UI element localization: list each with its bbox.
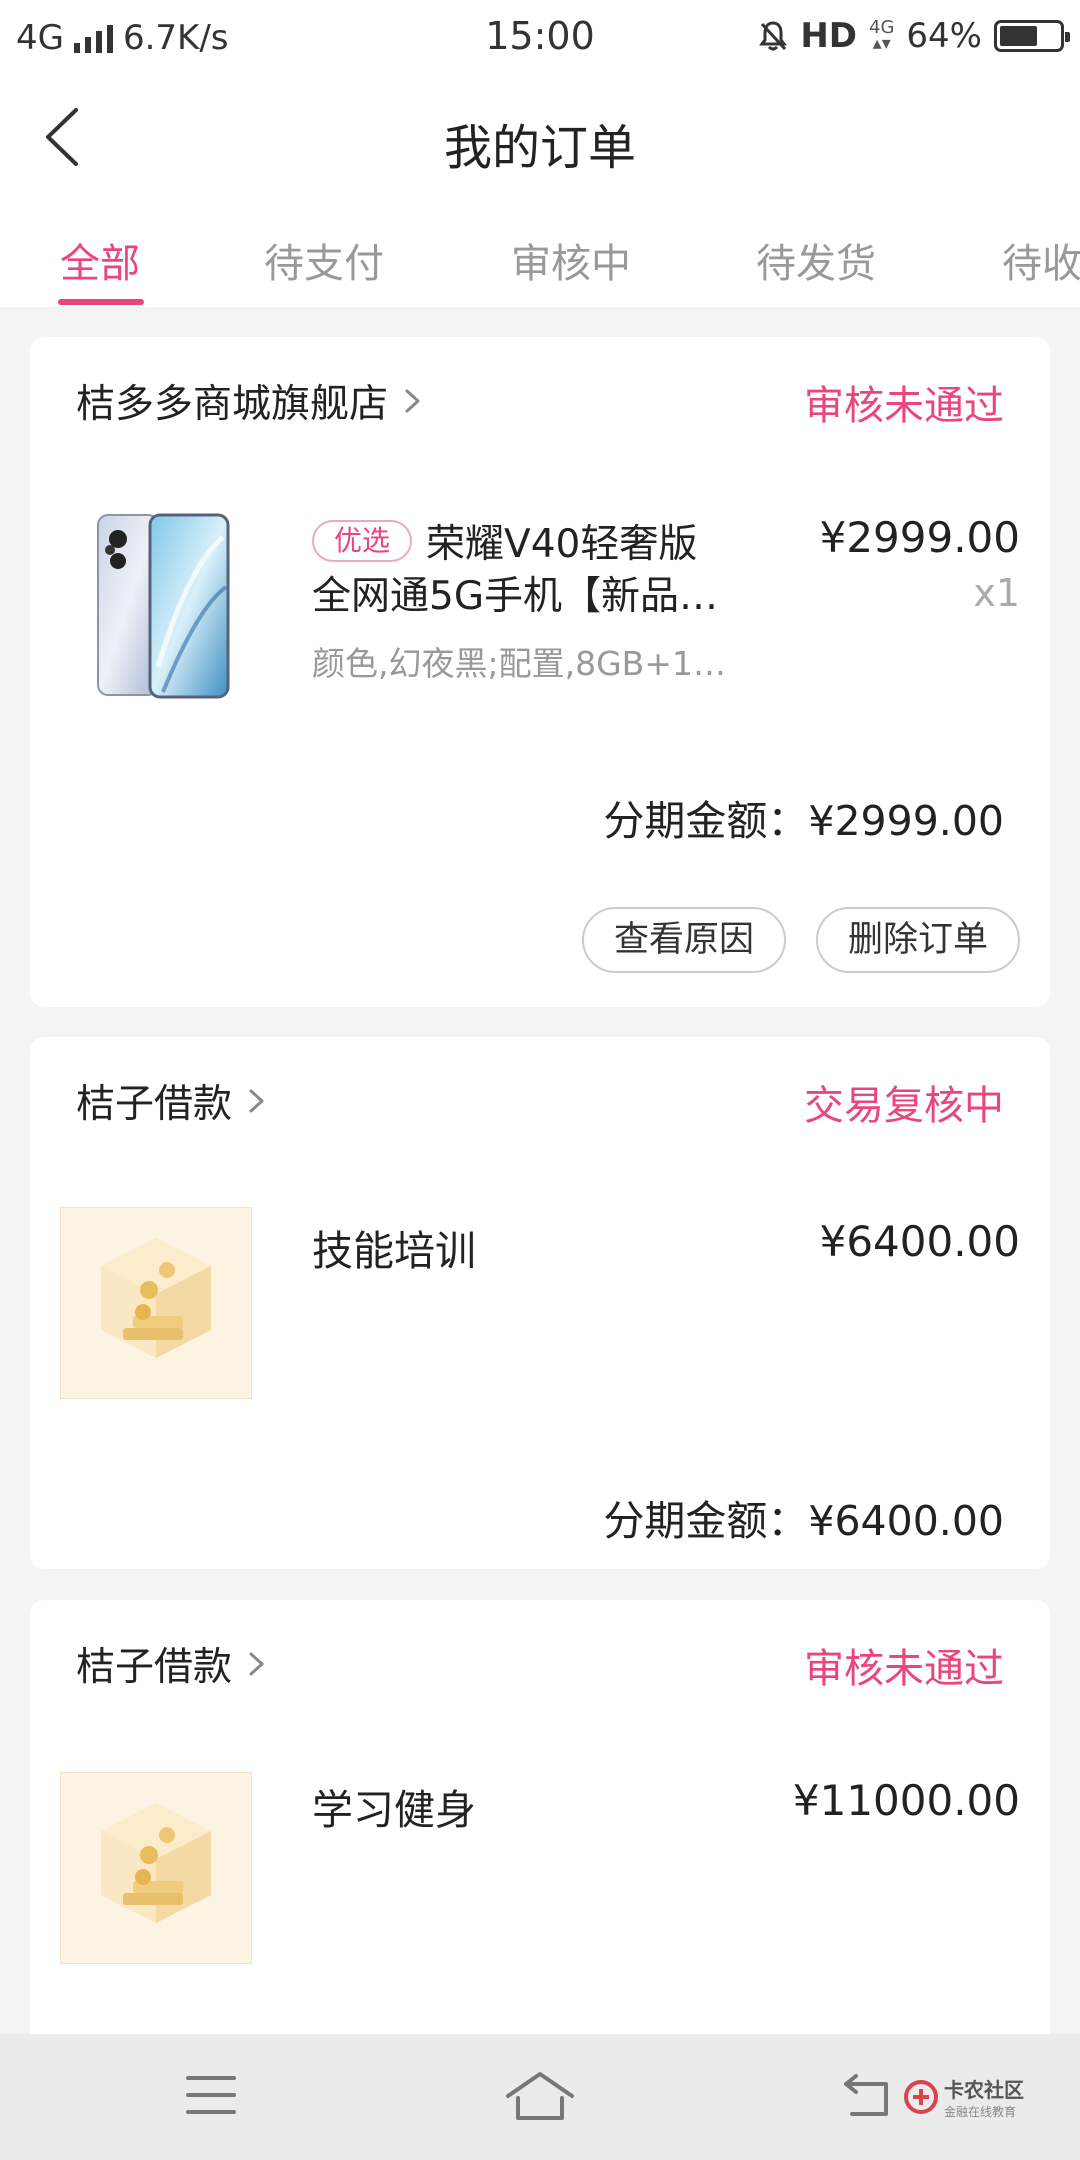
tab-under-review[interactable]: 审核中 <box>511 231 631 289</box>
order-status: 交易复核中 <box>804 1083 1004 1129</box>
product-spec: 颜色,幻夜黑;配置,8GB+1… <box>312 644 726 683</box>
network-small-icon: 4G ▴▾ <box>869 19 894 54</box>
tab-pending-receipt[interactable]: 待收货 <box>1002 231 1080 289</box>
chevron-right-icon <box>249 1652 264 1676</box>
tab-pending-payment[interactable]: 待支付 <box>264 231 384 289</box>
bell-muted-icon <box>758 20 788 52</box>
tab-pending-shipment[interactable]: 待发货 <box>756 231 876 289</box>
chevron-right-icon <box>249 1089 264 1113</box>
store-link[interactable]: 桔子借款 <box>76 1073 268 1129</box>
watermark-subtitle: 金融在线教育 <box>944 2105 1017 2119</box>
store-name: 桔子借款 <box>76 1645 233 1690</box>
featured-badge: 优选 <box>312 520 413 562</box>
view-reason-button[interactable]: 查看原因 <box>582 907 786 973</box>
product-title-row: 优选 荣耀V40轻奢版 <box>312 513 697 569</box>
delete-order-button[interactable]: 删除订单 <box>816 907 1020 973</box>
installment-amount: 分期金额：¥6400.00 <box>603 1497 1004 1545</box>
data-arrows-icon: ▴▾ <box>872 33 891 54</box>
watermark-title: 卡农社区 <box>944 2078 1024 2102</box>
store-name: 桔多多商城旗舰店 <box>76 382 389 427</box>
tab-all[interactable]: 全部 <box>60 231 140 289</box>
store-name: 桔子借款 <box>76 1082 233 1127</box>
watermark-logo-icon <box>904 2080 938 2114</box>
status-right: HD 4G ▴▾ 64% <box>758 16 1070 56</box>
store-link[interactable]: 桔多多商城旗舰店 <box>76 373 424 429</box>
watermark: 卡农社区 金融在线教育 <box>904 2074 1024 2120</box>
item-price: ¥11000.00 <box>792 1776 1020 1825</box>
product-title[interactable]: 荣耀V40轻奢版 <box>426 513 697 569</box>
battery-fill <box>1000 26 1037 46</box>
coin-box-icon <box>101 1238 211 1358</box>
status-bar: 4G 6.7K/s 15:00 HD 4G ▴▾ 64% <box>0 0 1080 72</box>
hd-indicator: HD <box>800 16 858 56</box>
battery-icon <box>994 20 1070 52</box>
system-nav-bar: 卡农社区 金融在线教育 <box>0 2034 1080 2160</box>
battery-percent: 64% <box>906 16 982 56</box>
product-price: ¥2999.00 <box>819 513 1020 562</box>
back-nav-icon[interactable] <box>842 2070 896 2120</box>
order-card: 桔多多商城旗舰店 审核未通过 优选 荣耀V40轻奢版 全网通5G手机【新品… 颜… <box>30 337 1050 1007</box>
order-tabs: 全部 待支付 审核中 待发货 待收货 <box>0 207 1080 307</box>
installment-amount: 分期金额：¥2999.00 <box>603 797 1004 845</box>
product-image[interactable] <box>88 507 238 707</box>
item-name[interactable]: 学习健身 <box>312 1776 476 1836</box>
product-image[interactable] <box>60 1207 252 1399</box>
coin-box-icon <box>101 1803 211 1923</box>
product-quantity: x1 <box>973 571 1020 615</box>
order-card: 桔子借款 交易复核中 技能培训 ¥6400.00 分期金额：¥6400.00 <box>30 1037 1050 1569</box>
home-icon[interactable] <box>504 2070 576 2124</box>
item-name[interactable]: 技能培训 <box>312 1217 476 1277</box>
watermark-text: 卡农社区 金融在线教育 <box>944 2074 1024 2120</box>
phone-image <box>97 513 230 699</box>
active-tab-indicator <box>58 299 144 305</box>
product-title-line2[interactable]: 全网通5G手机【新品… <box>312 565 718 621</box>
order-status: 审核未通过 <box>804 383 1004 429</box>
header: 我的订单 <box>0 72 1080 207</box>
item-price: ¥6400.00 <box>819 1217 1020 1266</box>
order-status: 审核未通过 <box>804 1646 1004 1692</box>
store-link[interactable]: 桔子借款 <box>76 1636 268 1692</box>
chevron-right-icon <box>405 389 420 413</box>
product-image[interactable] <box>60 1772 252 1964</box>
page-title: 我的订单 <box>443 120 636 176</box>
order-card: 桔子借款 审核未通过 学习健身 ¥11000.00 <box>30 1600 1050 2100</box>
menu-icon[interactable] <box>184 2070 238 2120</box>
